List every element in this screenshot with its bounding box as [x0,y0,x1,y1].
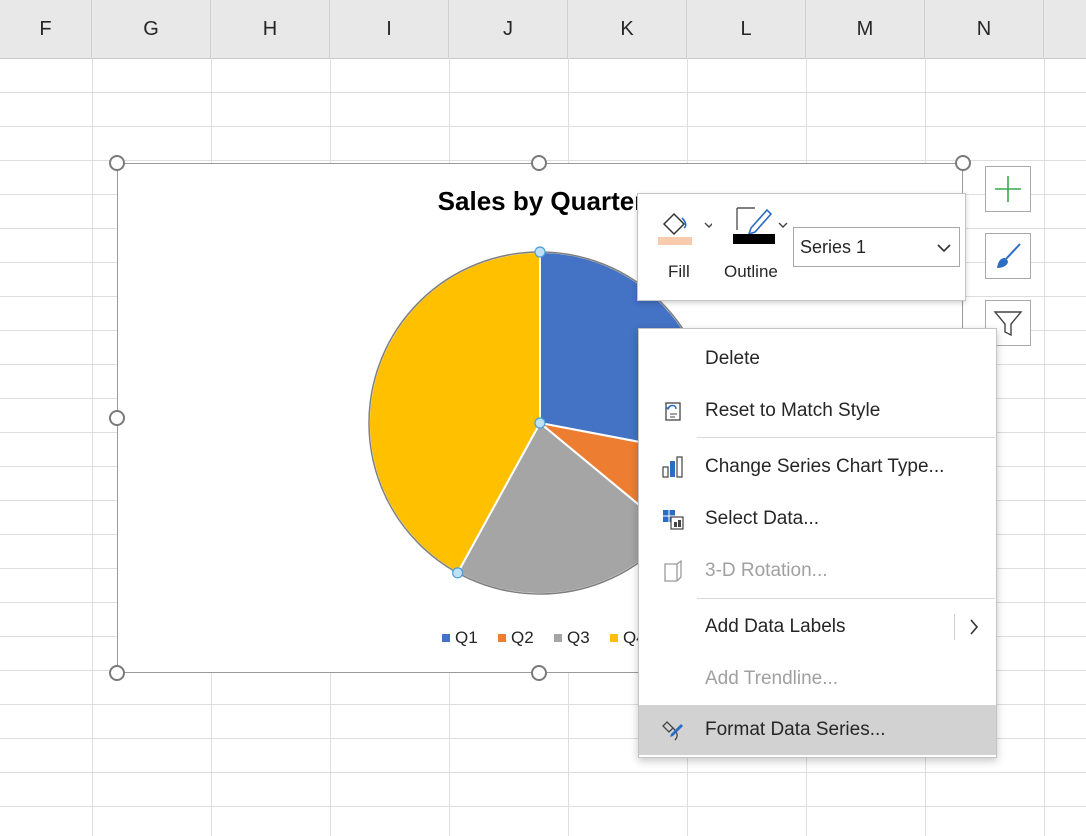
select-data-icon [663,510,684,530]
rotation-3d-icon [664,559,682,582]
legend-swatch [498,634,506,642]
context-menu: Delete Reset to Match Style Change Serie… [638,328,997,758]
column-header-l[interactable]: L [687,0,806,58]
fill-label: Fill [668,262,690,281]
legend-swatch [610,634,618,642]
submenu-divider [954,614,955,640]
legend-swatch [442,634,450,642]
column-header-bar: F G H I J K L M N [0,0,1086,59]
column-header-k[interactable]: K [568,0,687,58]
series-selection-handle[interactable] [534,246,546,258]
column-header-h[interactable]: H [211,0,330,58]
resize-handle-top-right[interactable] [955,155,971,171]
column-header-m[interactable]: M [806,0,925,58]
chart-type-icon [662,456,683,478]
fill-button[interactable] [656,204,714,248]
menu-separator [697,598,995,599]
chevron-down-icon [937,244,951,253]
menu-item-add-data-labels[interactable]: Add Data Labels [639,602,996,652]
menu-item-label: Add Trendline... [705,668,839,689]
menu-item-3d-rotation[interactable]: 3-D Rotation... [639,546,996,596]
legend-label: Q1 [455,628,478,647]
series-select-value: Series 1 [800,236,867,257]
resize-handle-bottom[interactable] [531,665,547,681]
menu-item-reset-style[interactable]: Reset to Match Style [639,386,996,436]
legend-item-q2[interactable]: Q2 [498,628,534,648]
legend-label: Q3 [567,628,590,647]
column-header-f[interactable]: F [0,0,92,58]
column-header-j[interactable]: J [449,0,568,58]
menu-item-label: Add Data Labels [705,616,846,637]
resize-handle-top[interactable] [531,155,547,171]
pen-outline-icon [733,207,788,244]
brush-icon [997,243,1021,268]
menu-item-label: Select Data... [705,508,820,529]
menu-item-label: Format Data Series... [705,719,886,740]
menu-item-label: 3-D Rotation... [705,560,828,581]
legend-item-q1[interactable]: Q1 [442,628,478,648]
outline-button[interactable] [733,204,793,248]
column-header-i[interactable]: I [330,0,449,58]
menu-item-change-chart-type[interactable]: Change Series Chart Type... [639,442,996,492]
menu-item-label: Change Series Chart Type... [705,456,945,477]
menu-item-label: Delete [705,348,760,369]
legend-swatch [554,634,562,642]
menu-item-delete[interactable]: Delete [639,334,996,384]
mini-toolbar: Fill Outline Series 1 [637,193,966,301]
legend-label: Q2 [511,628,534,647]
menu-item-add-trendline[interactable]: Add Trendline... [639,654,996,704]
reset-style-icon [665,402,681,421]
paint-bucket-icon [658,212,714,245]
legend-item-q3[interactable]: Q3 [554,628,590,648]
outline-label: Outline [724,262,778,281]
menu-item-select-data[interactable]: Select Data... [639,494,996,544]
menu-item-format-data-series[interactable]: Format Data Series... [639,705,996,755]
column-header-n[interactable]: N [925,0,1044,58]
format-series-icon [662,721,683,741]
series-select[interactable]: Series 1 [793,227,960,267]
column-header-g[interactable]: G [92,0,211,58]
series-selection-handle[interactable] [452,567,464,579]
menu-separator [697,437,995,438]
chevron-right-icon [970,619,979,635]
resize-handle-bottom-left[interactable] [109,665,125,681]
series-selection-handle[interactable] [534,417,546,429]
plus-icon [995,176,1021,202]
resize-handle-top-left[interactable] [109,155,125,171]
chart-elements-button[interactable] [985,166,1031,212]
menu-item-label: Reset to Match Style [705,400,881,421]
resize-handle-left[interactable] [109,410,125,426]
chart-styles-button[interactable] [985,233,1031,279]
